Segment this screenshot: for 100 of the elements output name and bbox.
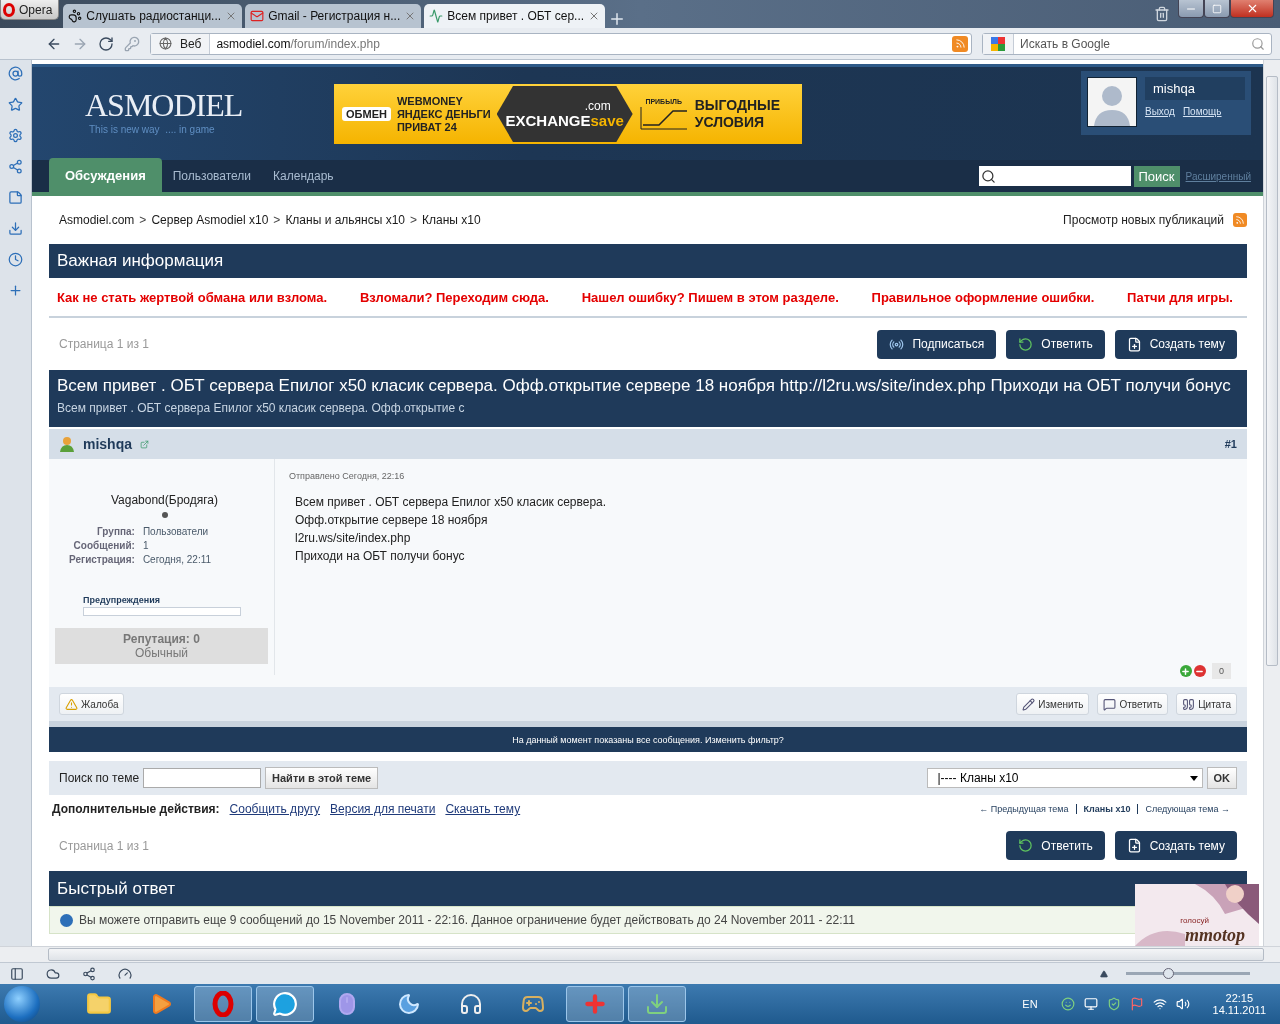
- cloud-icon[interactable]: [46, 966, 60, 981]
- star-icon[interactable]: [8, 97, 23, 112]
- reload-icon[interactable]: [98, 35, 114, 52]
- quote-icon: [1182, 697, 1196, 711]
- nav-tab[interactable]: Обсуждения: [49, 158, 162, 192]
- trash-icon[interactable]: [1154, 6, 1170, 22]
- quote-button[interactable]: Цитата: [1176, 693, 1237, 715]
- vertical-scrollbar[interactable]: [1263, 60, 1280, 946]
- important-link[interactable]: Взломали? Переходим сюда.: [359, 289, 549, 305]
- topic-nav-link[interactable]: Кланы x10: [1075, 804, 1138, 814]
- gauge-icon[interactable]: [118, 966, 132, 981]
- download-icon[interactable]: [628, 986, 686, 1022]
- post-author[interactable]: mishqa: [83, 436, 132, 452]
- horizontal-scrollbar[interactable]: [0, 946, 1280, 962]
- mail-icon: [250, 9, 265, 23]
- site-logo[interactable]: ASMODIEL: [85, 87, 334, 124]
- breadcrumb-link[interactable]: Сервер Asmodiel x10: [151, 213, 269, 227]
- avatar-icon: [1087, 77, 1137, 127]
- clock[interactable]: 22:15 14.11.2011: [1212, 992, 1266, 1016]
- rss-icon[interactable]: [1233, 213, 1247, 227]
- reply-button[interactable]: Ответить: [1006, 831, 1105, 860]
- at-icon[interactable]: [8, 66, 23, 81]
- maximize-button[interactable]: [1204, 0, 1230, 18]
- topic-search-field[interactable]: [143, 768, 262, 788]
- nav-tab[interactable]: Календарь: [262, 160, 345, 192]
- vote-ad[interactable]: голосуй mmotop: [1135, 884, 1259, 946]
- new-topic-button[interactable]: Создать тему: [1114, 831, 1237, 860]
- important-link[interactable]: Нашел ошибку? Пишем в этом разделе.: [581, 289, 839, 305]
- monitor-icon[interactable]: [1083, 997, 1098, 1011]
- reply-button[interactable]: Ответить: [1097, 693, 1169, 715]
- address-field[interactable]: Веб asmodiel.com/forum/index.php: [150, 32, 972, 55]
- browser-tab[interactable]: Слушать радиостанци...: [63, 4, 243, 28]
- search-engine-icon[interactable]: [983, 33, 1014, 54]
- external-link-icon[interactable]: [140, 439, 149, 449]
- search-button[interactable]: Поиск: [1133, 165, 1180, 187]
- report-button[interactable]: Жалоба: [59, 693, 125, 715]
- key-icon[interactable]: [124, 35, 140, 52]
- plus-icon[interactable]: [1180, 665, 1192, 677]
- pencil-icon: [1022, 697, 1036, 711]
- shield-icon[interactable]: [1106, 997, 1121, 1011]
- search-bar[interactable]: Искать в Google: [982, 32, 1272, 55]
- search-icon[interactable]: [1251, 36, 1265, 51]
- note-icon[interactable]: [8, 190, 23, 205]
- network-icon[interactable]: [1152, 997, 1167, 1011]
- minimize-button[interactable]: [1178, 0, 1204, 18]
- document-plus-icon: [1126, 838, 1142, 853]
- search-field[interactable]: [978, 166, 1131, 186]
- volume-icon[interactable]: [1175, 997, 1190, 1011]
- subscribe-button[interactable]: Подписаться: [877, 329, 997, 359]
- rss-icon[interactable]: [952, 35, 968, 52]
- topic-nav-link[interactable]: ← Предыдущая тема: [972, 804, 1076, 814]
- important-link[interactable]: Патчи для игры.: [1127, 289, 1233, 305]
- post-number[interactable]: #1: [1224, 438, 1237, 450]
- medical-cross-icon[interactable]: [566, 986, 624, 1022]
- share-icon[interactable]: [8, 159, 23, 174]
- new-posts-link[interactable]: Просмотр новых публикаций: [1063, 213, 1224, 227]
- field-label: Группа:: [96, 526, 135, 537]
- new-topic-button[interactable]: Создать тему: [1114, 329, 1237, 359]
- browser-tab[interactable]: Всем привет . ОБТ сер...: [424, 4, 606, 28]
- action-link[interactable]: Версия для печати: [330, 802, 436, 816]
- warning-icon: [65, 697, 78, 711]
- warnings-label: Предупреждения: [83, 595, 160, 605]
- plus-icon[interactable]: [8, 283, 23, 298]
- start-button[interactable]: [4, 986, 40, 1022]
- smiley-icon[interactable]: [1060, 997, 1075, 1011]
- breadcrumb-link[interactable]: Asmodiel.com: [59, 213, 135, 227]
- panel-icon[interactable]: [10, 966, 24, 981]
- user-link[interactable]: Помощь: [1182, 106, 1222, 117]
- language-indicator[interactable]: EN: [1022, 998, 1038, 1010]
- search-topic-button[interactable]: Найти в этой теме: [265, 767, 379, 789]
- action-link[interactable]: Сообщить другу: [229, 802, 321, 816]
- forum-select[interactable]: |---- Кланы x10: [926, 768, 1203, 788]
- username[interactable]: mishqa: [1145, 77, 1245, 100]
- breadcrumb-link[interactable]: Кланы и альянсы x10: [285, 213, 406, 227]
- field-label: Сообщений:: [72, 540, 135, 551]
- opera-icon[interactable]: [194, 986, 252, 1022]
- reply-button[interactable]: Ответить: [1006, 329, 1105, 359]
- user-link[interactable]: Выход: [1145, 106, 1175, 117]
- speech-bubble-icon: [1103, 697, 1117, 711]
- important-link[interactable]: Правильное оформление ошибки.: [871, 289, 1095, 305]
- topic-nav-link[interactable]: Следующая тема →: [1137, 804, 1237, 814]
- download-icon[interactable]: [8, 221, 23, 236]
- clock-icon[interactable]: [8, 252, 23, 267]
- important-link[interactable]: Как не стать жертвой обмана или взлома.: [57, 289, 328, 305]
- flag-icon[interactable]: [1129, 997, 1144, 1011]
- settings-icon[interactable]: [8, 128, 23, 143]
- minus-icon[interactable]: [1194, 665, 1206, 677]
- up-arrow-icon[interactable]: [1100, 969, 1108, 978]
- browser-tab[interactable]: Gmail - Регистрация н...: [245, 4, 422, 28]
- action-link[interactable]: Скачать тему: [445, 802, 521, 816]
- breadcrumb-link[interactable]: Кланы x10: [422, 213, 481, 227]
- section-title: Важная информация: [49, 244, 1247, 278]
- notice-text: Вы можете отправить еще 9 сообщений до 15 November 2011 - 22:16. Данное ограничение будет действовать до 24 November 2011 - 22:11: [79, 913, 855, 927]
- close-button[interactable]: [1230, 0, 1274, 18]
- ok-button[interactable]: OK: [1206, 767, 1237, 789]
- opera-menu-button[interactable]: Opera: [0, 0, 60, 20]
- nav-tab[interactable]: Пользователи: [161, 160, 263, 192]
- share-icon[interactable]: [82, 966, 96, 981]
- chat-icon[interactable]: [256, 986, 314, 1022]
- edit-button[interactable]: Изменить: [1016, 693, 1090, 715]
